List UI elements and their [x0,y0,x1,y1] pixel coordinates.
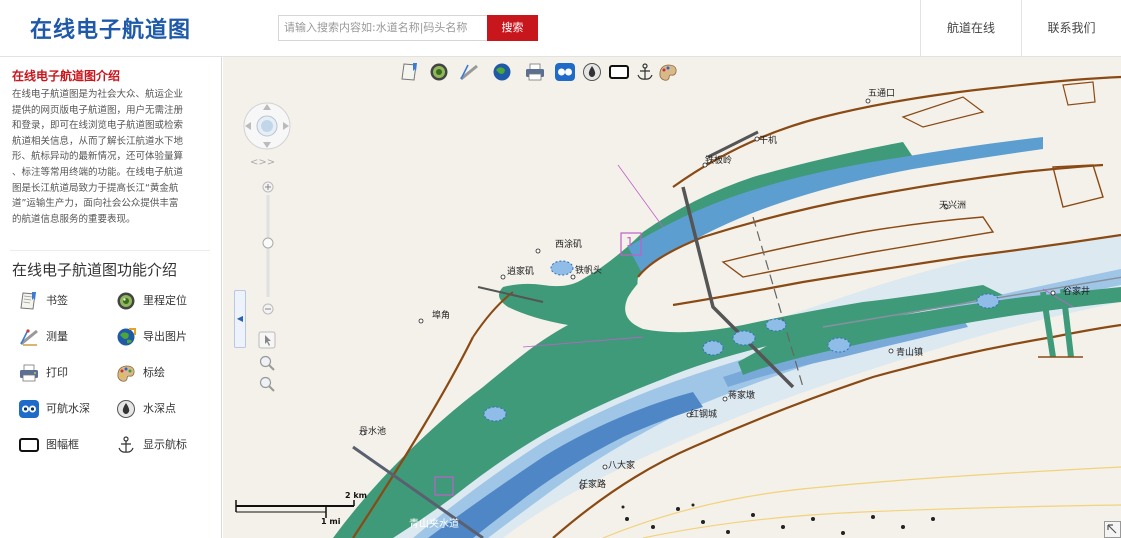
site-logo[interactable]: 在线电子航道图 [30,12,191,44]
scale-km-label: 2 km [345,491,368,500]
header: 在线电子航道图 请输入搜索内容如:水道名称|码头名称 搜索 航道在线 联系我们 [0,0,1121,57]
function-label: 打印 [46,366,68,379]
place-label-badajia: 八大家 [608,461,636,471]
overview-toggle-icon[interactable] [1104,521,1121,538]
place-label-gujiashan: 谷家井 [1063,287,1091,297]
nav-contact-us[interactable]: 联系我们 [1021,0,1121,57]
intro-line: 、标注等常用终端的功能。在线电子航道 [12,166,184,178]
place-label-tianxingzhou: 天兴洲 [939,201,967,211]
place-label-renjialu: 任家路 [579,480,607,490]
depth-point-icon[interactable] [581,61,603,83]
intro-line: 图是长江航道局致力于提高长江“黄金航 [12,182,179,194]
plot-icon[interactable] [657,61,679,83]
print-icon [20,364,38,382]
intro-line: 在线电子航道图是为社会大众、航运企业 [12,89,184,100]
intro-line: 提供的网页版电子航道图，用户无需注册 [12,104,184,116]
function-label: 图幅框 [46,438,79,451]
bookmark-icon [20,292,36,310]
show-buoy-icon [118,436,134,453]
place-label-ganting: 干机 [759,136,778,146]
measure-icon [20,329,38,346]
function-label: 书签 [46,294,68,307]
mileage-locate-icon [117,292,135,310]
intro-line: 道”运输生产力，面向社会公众提供丰富 [12,198,179,210]
sidebar: 在线电子航道图介绍 在线电子航道图是为社会大众、航运企业 提供的网页版电子航道图… [0,57,222,538]
place-label-qingshanzhen: 青山镇 [896,348,924,358]
zoom-out-icon[interactable] [258,375,276,393]
rotate-arrows[interactable]: <>> [250,157,275,168]
export-image-icon[interactable] [491,61,513,83]
place-label-jiangjiadun: 蒋家墩 [728,391,756,401]
intro-title: 在线电子航道图介绍 [12,69,121,83]
zoom-slider[interactable] [260,181,276,316]
navigable-depth-icon [19,400,39,418]
function-label: 显示航标 [143,438,187,451]
search-bar: 请输入搜索内容如:水道名称|码头名称 搜索 [278,15,538,41]
navigable-depth-icon[interactable] [554,61,576,83]
measure-icon[interactable] [458,61,480,83]
function-label: 测量 [46,330,68,343]
place-label-tiefantou: 铁帆头 [575,266,603,276]
mileage-locate-icon[interactable] [428,61,450,83]
place-label-danshuichi: 丹水池 [359,427,387,437]
function-label: 导出图片 [143,330,187,343]
place-label-wutongkou: 五通口 [868,89,896,99]
scale-mi-label: 1 mi [321,517,341,526]
place-label-dufu: 埠角 [432,311,451,321]
map-canvas[interactable]: 五通口 天兴洲 铁板岭 干机 西涂矶 逍家矶 铁帆头 埠角 青山镇 蒋家墩 红钢… [223,57,1121,538]
app-window: 在线电子航道图 请输入搜索内容如:水道名称|码头名称 搜索 航道在线 联系我们 … [0,0,1121,538]
plot-icon [117,365,135,382]
place-label-hongganggang: 红钢城 [690,410,718,420]
depth-point-icon [117,400,135,418]
intro-line: 航道相关信息，从而了解长江航道水下地 [12,135,184,147]
zoom-in-icon[interactable] [258,354,276,372]
function-label: 可航水深 [46,402,90,415]
map-frame-icon [19,438,39,452]
function-label: 水深点 [143,402,176,415]
place-label-luojiaji: 逍家矶 [507,267,535,277]
intro-line: 的航道信息服务的重要表现。 [12,213,136,225]
map-frame-icon[interactable] [608,61,630,83]
search-button[interactable]: 搜索 [487,15,538,41]
bookmark-icon[interactable] [399,61,421,83]
nav-waterway-online[interactable]: 航道在线 [920,0,1021,57]
waterway-label: 青山夹水道 [409,519,459,530]
sidebar-divider [10,250,210,251]
chart-number-label: 1 [626,235,634,249]
pan-control[interactable] [242,101,292,151]
place-label-tiebanling: 铁板岭 [705,156,733,166]
sidebar-collapse-button[interactable]: ◀ [234,290,246,348]
place-label-xidaoji: 西涂矶 [555,240,583,250]
intro-text: 在线电子航道图是为社会大众、航运企业 提供的网页版电子航道图，用户无需注册 和登… [12,87,212,227]
function-title: 在线电子航道图功能介绍 [12,261,178,279]
chart-layer [223,57,1121,538]
search-input[interactable]: 请输入搜索内容如:水道名称|码头名称 [278,15,488,41]
function-label: 里程定位 [143,294,187,307]
intro-line: 和登录，即可在线浏览电子航道图或检索 [12,120,184,132]
export-image-icon [117,328,136,346]
function-label: 标绘 [143,366,165,379]
print-icon[interactable] [524,61,546,83]
show-buoy-icon[interactable] [634,61,656,83]
select-tool-icon[interactable] [258,331,276,349]
intro-line: 形、航标异动的最新情况，还可体验量算 [12,151,184,163]
